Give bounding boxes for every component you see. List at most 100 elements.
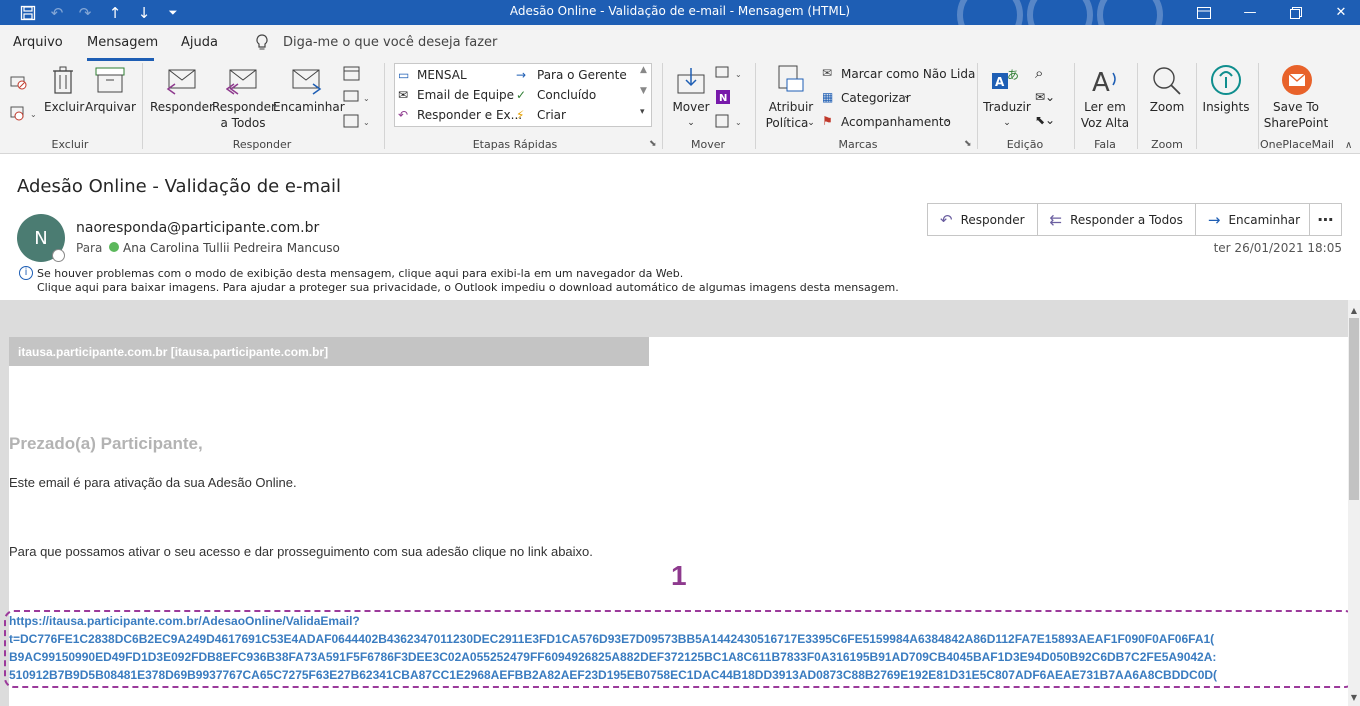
info-line-download-images[interactable]: Clique aqui para baixar imagens. Para aj…	[37, 281, 899, 295]
quick-step-create[interactable]: Criar	[537, 108, 566, 122]
move-dropdown-icon[interactable]: ⌄	[684, 115, 698, 131]
cleanup-icon[interactable]: ⌄	[10, 105, 38, 123]
window-title: Adesão Online - Validação de e-mail - Me…	[509, 4, 851, 18]
validation-link-line[interactable]: t=DC776FE1C2838DC6B2EC9A249D4617691C53E4…	[9, 632, 1214, 646]
reply-icon: ↶	[940, 210, 953, 229]
select-icon[interactable]: ⬉⌄	[1035, 113, 1055, 127]
move-icon[interactable]	[677, 67, 705, 95]
quick-step-team-email[interactable]: Email de Equipe	[417, 88, 514, 102]
translate-dropdown-icon[interactable]: ⌄	[1001, 115, 1013, 131]
close-button[interactable]: ✕	[1318, 0, 1360, 25]
info-line-view-in-browser[interactable]: Se houver problemas com o modo de exibiç…	[37, 267, 683, 281]
scroll-up-icon[interactable]: ▲	[1348, 303, 1360, 317]
paragraph-instructions: Para que possamos ativar o seu acesso e …	[9, 544, 593, 559]
reply-all-action-label: Responder a Todos	[1070, 212, 1183, 227]
restore-button[interactable]	[1273, 0, 1319, 25]
reply-delete-icon: ↶	[398, 108, 409, 122]
reply-all-button-line2[interactable]: a Todos	[212, 115, 274, 131]
onenote-icon[interactable]: N	[715, 89, 731, 105]
read-aloud-button-line1[interactable]: Ler em	[1079, 99, 1131, 115]
categorize-button[interactable]: Categorizar	[841, 91, 911, 105]
svg-text:⌄: ⌄	[30, 110, 37, 119]
validation-link-line[interactable]: 510912B7B9D5B08481E378D69B9937767CA65C72…	[9, 668, 1217, 682]
quick-step-mensal[interactable]: MENSAL	[417, 68, 467, 82]
gallery-more-icon[interactable]: ▾	[640, 107, 645, 117]
delete-icon[interactable]	[51, 65, 75, 95]
svg-text:A: A	[1092, 68, 1110, 97]
scrollbar-thumb[interactable]	[1349, 318, 1359, 500]
quick-step-to-manager[interactable]: Para o Gerente	[537, 68, 627, 82]
reply-all-button-line1[interactable]: Responder	[212, 99, 276, 115]
reply-button[interactable]: Responder	[150, 99, 214, 115]
dialog-launcher-icon[interactable]: ⬊	[649, 139, 657, 149]
followup-dropdown-icon[interactable]: ⌄	[944, 115, 952, 125]
forward-button[interactable]: Encaminhar	[273, 99, 345, 115]
quick-step-reply-delete[interactable]: Responder e Ex...	[417, 108, 522, 122]
more-actions-button[interactable]: ⋯	[1309, 203, 1342, 236]
reply-icon[interactable]	[165, 69, 197, 95]
find-icon[interactable]: ⌕	[1035, 64, 1043, 82]
separator	[1137, 63, 1138, 149]
separator	[1258, 63, 1259, 149]
validation-link-line[interactable]: https://itausa.participante.com.br/Adesa…	[9, 614, 360, 628]
presence-indicator	[52, 249, 65, 262]
separator	[755, 63, 756, 149]
more-respond-icon[interactable]: ⌄	[343, 113, 373, 129]
sender-address[interactable]: naoresponda@participante.com.br	[76, 220, 319, 236]
reply-all-action-button[interactable]: ⇇ Responder a Todos	[1038, 204, 1196, 235]
assign-policy-button-line2[interactable]: Política	[762, 115, 812, 131]
recipient-name[interactable]: Ana Carolina Tullii Pedreira Mancuso	[123, 241, 340, 255]
validation-link-line[interactable]: B9AC99150990ED49FD1D3E092FDB8EFC936B38FA…	[9, 650, 1216, 664]
im-reply-icon[interactable]: ⌄	[343, 89, 373, 105]
menu-ajuda[interactable]: Ajuda	[181, 35, 218, 50]
assign-policy-icon[interactable]	[777, 65, 805, 95]
collapse-ribbon-icon[interactable]: ∧	[1345, 140, 1352, 151]
archive-button[interactable]: Arquivar	[85, 99, 136, 115]
categorize-dropdown-icon[interactable]: ⌄	[903, 91, 911, 101]
insights-icon[interactable]	[1210, 64, 1242, 96]
save-to-sharepoint-line2[interactable]: SharePoint	[1262, 115, 1330, 131]
oneplacemail-icon[interactable]	[1281, 64, 1313, 96]
forward-icon: →	[1207, 210, 1221, 229]
forward-action-button[interactable]: → Encaminhar	[1196, 204, 1312, 235]
actions-icon[interactable]: ⌄	[715, 113, 745, 129]
delete-button[interactable]: Excluir	[44, 99, 84, 115]
read-aloud-button-line2[interactable]: Voz Alta	[1079, 115, 1131, 131]
save-to-sharepoint-line1[interactable]: Save To	[1262, 99, 1330, 115]
svg-text:N: N	[719, 93, 727, 104]
separator	[977, 63, 978, 149]
read-aloud-icon[interactable]: A	[1091, 65, 1121, 97]
menu-arquivo[interactable]: Arquivo	[13, 35, 63, 50]
scroll-down-icon[interactable]: ▼	[1348, 690, 1360, 704]
to-label: Para	[76, 241, 103, 255]
group-label-zoom: Zoom	[1151, 138, 1183, 151]
reply-all-icon[interactable]	[226, 69, 258, 95]
reply-action-button[interactable]: ↶ Responder	[928, 204, 1038, 235]
zoom-icon[interactable]	[1152, 66, 1182, 96]
gallery-down-icon[interactable]: ▼	[640, 86, 647, 96]
rules-icon[interactable]: ⌄	[715, 65, 745, 81]
mark-unread-button[interactable]: Marcar como Não Lida	[841, 67, 975, 81]
followup-button[interactable]: Acompanhamento	[841, 115, 951, 129]
site-header-bar: itausa.participante.com.br [itausa.parti…	[9, 337, 649, 366]
policy-dropdown-icon[interactable]: ⌄	[806, 115, 816, 131]
gallery-up-icon[interactable]: ▲	[640, 65, 647, 75]
minimize-button[interactable]: —	[1227, 0, 1273, 25]
related-icon[interactable]: ✉⌄	[1035, 90, 1055, 104]
zoom-button[interactable]: Zoom	[1141, 99, 1193, 115]
ignore-icon[interactable]	[10, 73, 28, 91]
meeting-reply-icon[interactable]	[343, 65, 361, 81]
move-button[interactable]: Mover	[668, 99, 714, 115]
quick-step-done[interactable]: Concluído	[537, 88, 596, 102]
menu-mensagem[interactable]: Mensagem	[87, 35, 158, 50]
ribbon-display-icon[interactable]	[1181, 0, 1227, 25]
archive-icon[interactable]	[95, 67, 125, 93]
tell-me-search[interactable]: Diga-me o que você deseja fazer	[283, 35, 497, 50]
assign-policy-button-line1[interactable]: Atribuir	[762, 99, 820, 115]
marcas-dialog-launcher-icon[interactable]: ⬊	[964, 139, 972, 149]
translate-button[interactable]: Traduzir	[981, 99, 1033, 115]
insights-button[interactable]: Insights	[1200, 99, 1252, 115]
forward-icon[interactable]	[291, 69, 323, 95]
translate-icon[interactable]: Aあ	[991, 65, 1023, 97]
svg-text:A: A	[995, 75, 1005, 89]
